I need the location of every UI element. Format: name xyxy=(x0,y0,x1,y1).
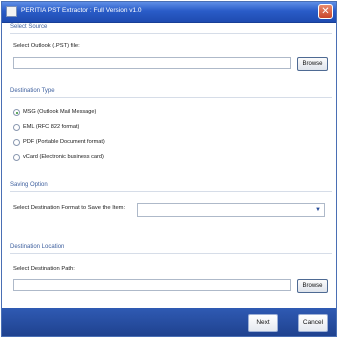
app-icon xyxy=(6,6,17,17)
next-button[interactable]: Next xyxy=(248,314,278,332)
radio-button-selected[interactable] xyxy=(13,109,20,116)
source-browse-button[interactable]: Browse xyxy=(297,57,328,71)
radio-button[interactable] xyxy=(13,139,20,146)
source-file-input[interactable] xyxy=(13,57,291,69)
source-file-label: Select Outlook (.PST) file: xyxy=(13,43,80,49)
app-window: PERITIA PST Extractor : Full Version v1.… xyxy=(1,1,337,337)
section-divider xyxy=(10,191,332,192)
section-divider xyxy=(10,33,332,34)
section-header-destination-location: Destination Location xyxy=(10,244,65,250)
section-header-source: Select Source xyxy=(10,24,48,30)
destination-path-label: Select Destination Path: xyxy=(13,266,75,272)
footer-bar: Next Cancel xyxy=(2,308,336,336)
radio-label: PDF (Portable Document format) xyxy=(23,139,105,145)
saving-format-label: Select Destination Format to Save the It… xyxy=(13,205,126,211)
cancel-button[interactable]: Cancel xyxy=(298,314,328,332)
chevron-down-icon[interactable]: ▼ xyxy=(314,206,322,214)
radio-label: vCard (Electronic business card) xyxy=(23,154,104,160)
section-header-destination-type: Destination Type xyxy=(10,88,55,94)
close-button[interactable]: ✕ xyxy=(318,4,333,19)
window-title: PERITIA PST Extractor : Full Version v1.… xyxy=(21,7,142,14)
section-divider xyxy=(10,253,332,254)
section-header-saving-option: Saving Option xyxy=(10,182,48,188)
radio-label: MSG (Outlook Mail Message) xyxy=(23,109,97,115)
close-icon: ✕ xyxy=(321,6,330,17)
destination-browse-button[interactable]: Browse xyxy=(297,279,328,293)
destination-path-input[interactable] xyxy=(13,279,291,291)
radio-button[interactable] xyxy=(13,124,20,131)
title-bar[interactable]: PERITIA PST Extractor : Full Version v1.… xyxy=(2,2,336,23)
saving-format-select[interactable]: ▼ xyxy=(137,203,325,217)
radio-label: EML (RFC 822 format) xyxy=(23,124,80,130)
radio-button[interactable] xyxy=(13,154,20,161)
section-divider xyxy=(10,97,332,98)
